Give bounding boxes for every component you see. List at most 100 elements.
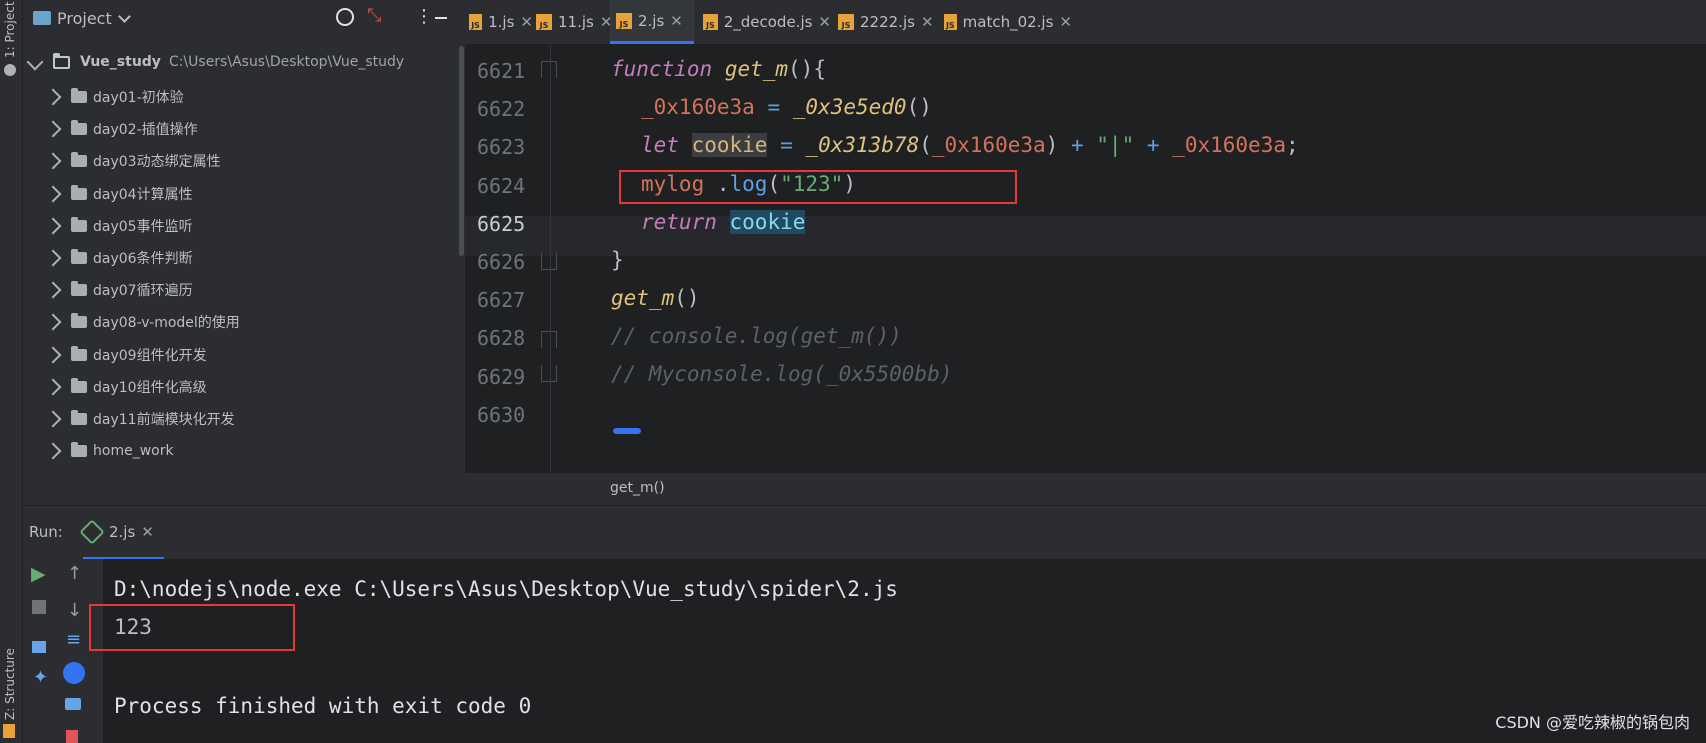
chevron-down-icon[interactable] <box>26 53 44 71</box>
locate-target-icon[interactable] <box>336 8 354 26</box>
tree-root-row[interactable]: Vue_study C:\Users\Asus\Desktop\Vue_stud… <box>26 46 404 78</box>
code-line-6628: // console.log(get_m()) <box>611 324 902 348</box>
project-title[interactable]: Project <box>57 9 112 28</box>
console-command: D:\nodejs\node.exe C:\Users\Asus\Desktop… <box>114 577 898 601</box>
tree-item[interactable]: day10组件化高级 <box>44 371 207 403</box>
folder-icon <box>71 377 87 393</box>
tree-item-label: day11前端模块化开发 <box>93 412 235 428</box>
chevron-right-icon[interactable] <box>44 185 62 203</box>
tree-item[interactable]: day07循环遍历 <box>44 274 193 306</box>
hide-panel-icon[interactable] <box>435 17 447 19</box>
folder-icon <box>71 281 87 297</box>
run-label: Run: <box>29 523 63 541</box>
more-options-icon[interactable]: ⋮ <box>415 6 433 27</box>
folder-icon <box>71 216 87 232</box>
tree-item-label: home_work <box>93 443 174 460</box>
folder-icon <box>71 313 87 329</box>
code-line-6622: _0x160e3a = _0x3e5ed0() <box>641 95 932 119</box>
chevron-right-icon[interactable] <box>44 120 62 138</box>
stop-icon[interactable] <box>32 600 46 614</box>
chevron-right-icon[interactable] <box>44 346 62 364</box>
chevron-down-icon[interactable] <box>118 10 131 23</box>
arrow-up-icon[interactable]: ↑ <box>67 563 82 584</box>
console-finish: Process finished with exit code 0 <box>114 694 532 718</box>
tree-item[interactable]: day02-插值操作 <box>44 113 198 145</box>
line-number: 6621 <box>477 59 526 83</box>
breadcrumb[interactable]: get_m() <box>610 480 665 496</box>
pin-icon[interactable]: ✦ <box>33 667 48 688</box>
tree-item[interactable]: day11前端模块化开发 <box>44 403 235 435</box>
tab-1-js[interactable]: JS 1.js ✕ <box>463 0 533 44</box>
horizontal-scrollbar[interactable] <box>613 428 641 434</box>
tree-item[interactable]: day08-v-model的使用 <box>44 306 240 338</box>
structure-tool-window-label[interactable]: Z: Structure <box>3 648 17 720</box>
code-line-6626: } <box>611 248 624 272</box>
chevron-right-icon[interactable] <box>44 313 62 331</box>
arrow-down-icon[interactable]: ↓ <box>67 600 82 621</box>
tab-2-js[interactable]: JS 2.js ✕ <box>610 0 694 44</box>
folder-icon <box>71 120 87 136</box>
chevron-right-icon[interactable] <box>44 442 62 460</box>
tree-item[interactable]: day03动态绑定属性 <box>44 145 221 177</box>
js-file-icon: JS <box>616 12 632 29</box>
tree-item-label: day02-插值操作 <box>93 122 198 139</box>
tree-scrollbar[interactable] <box>459 46 464 256</box>
js-file-icon: JS <box>469 14 483 30</box>
tree-item[interactable]: day01-初体验 <box>44 81 184 113</box>
tree-item[interactable]: day04计算属性 <box>44 178 193 210</box>
tree-item[interactable]: day06条件判断 <box>44 242 193 274</box>
project-tool-icon[interactable] <box>4 64 16 76</box>
run-console[interactable]: D:\nodejs\node.exe C:\Users\Asus\Desktop… <box>89 559 1706 743</box>
tab-2222-js[interactable]: JS 2222.js ✕ <box>832 0 936 44</box>
chevron-right-icon[interactable] <box>44 152 62 170</box>
rerun-icon[interactable]: ▶ <box>31 563 46 585</box>
run-tab[interactable]: 2.js ✕ <box>79 506 164 560</box>
tree-item[interactable]: home_work <box>44 435 174 467</box>
chevron-right-icon[interactable] <box>44 410 62 428</box>
soft-wrap-icon[interactable]: ≡ <box>66 629 81 650</box>
folder-icon <box>71 345 87 361</box>
chevron-right-icon[interactable] <box>44 217 62 235</box>
close-icon[interactable]: ✕ <box>1059 13 1072 31</box>
line-number: 6628 <box>477 326 526 351</box>
print-icon[interactable] <box>65 698 81 710</box>
delete-icon[interactable] <box>66 730 78 743</box>
collapse-all-icon[interactable]: ⤡ <box>367 5 381 26</box>
tree-item-label: day05事件监听 <box>93 218 193 235</box>
chevron-right-icon[interactable] <box>44 88 62 106</box>
chevron-right-icon[interactable] <box>44 249 62 267</box>
tree-item[interactable]: day09组件化开发 <box>44 339 207 371</box>
project-header: Project ⤡ ⋮ <box>23 0 465 38</box>
run-tab-label: 2.js <box>109 522 136 541</box>
tab-11-js[interactable]: JS 11.js ✕ <box>530 0 614 44</box>
project-tool-window-label[interactable]: 1: Project <box>3 1 17 58</box>
run-header: Run: 2.js ✕ <box>23 505 1706 560</box>
code-line-6621: function get_m(){ <box>611 57 826 81</box>
line-number: 6623 <box>477 135 526 160</box>
tree-item[interactable]: day05事件监听 <box>44 210 193 242</box>
folder-icon <box>71 152 87 168</box>
close-icon[interactable]: ✕ <box>670 12 683 30</box>
nodejs-icon <box>79 519 105 545</box>
tab-label: match_02.js <box>962 13 1054 31</box>
tree-item-label: day03动态绑定属性 <box>93 154 221 171</box>
tab-match_02-js[interactable]: JS match_02.js ✕ <box>938 0 1072 44</box>
close-icon[interactable]: ✕ <box>921 13 934 31</box>
scroll-to-end-icon[interactable] <box>63 662 85 684</box>
line-number: 6627 <box>477 288 526 313</box>
chevron-right-icon[interactable] <box>44 378 62 396</box>
layout-icon[interactable] <box>32 641 46 653</box>
close-icon[interactable]: ✕ <box>818 13 831 31</box>
tab-label: 2222.js <box>860 13 915 31</box>
breadcrumb-bar: get_m() <box>465 472 1706 506</box>
highlight-box-code <box>619 170 1017 204</box>
close-icon[interactable]: ✕ <box>141 523 154 541</box>
root-folder-name: Vue_study <box>80 54 161 70</box>
tab-2_decode-js[interactable]: JS 2_decode.js ✕ <box>697 0 831 44</box>
tree-item-label: day06条件判断 <box>93 251 193 267</box>
folder-icon <box>71 249 87 264</box>
code-editor[interactable]: function get_m(){ _0x160e3a = _0x3e5ed0(… <box>465 45 1706 472</box>
structure-tool-icon[interactable] <box>3 724 15 738</box>
project-view-icon <box>33 11 51 25</box>
chevron-right-icon[interactable] <box>44 281 62 299</box>
